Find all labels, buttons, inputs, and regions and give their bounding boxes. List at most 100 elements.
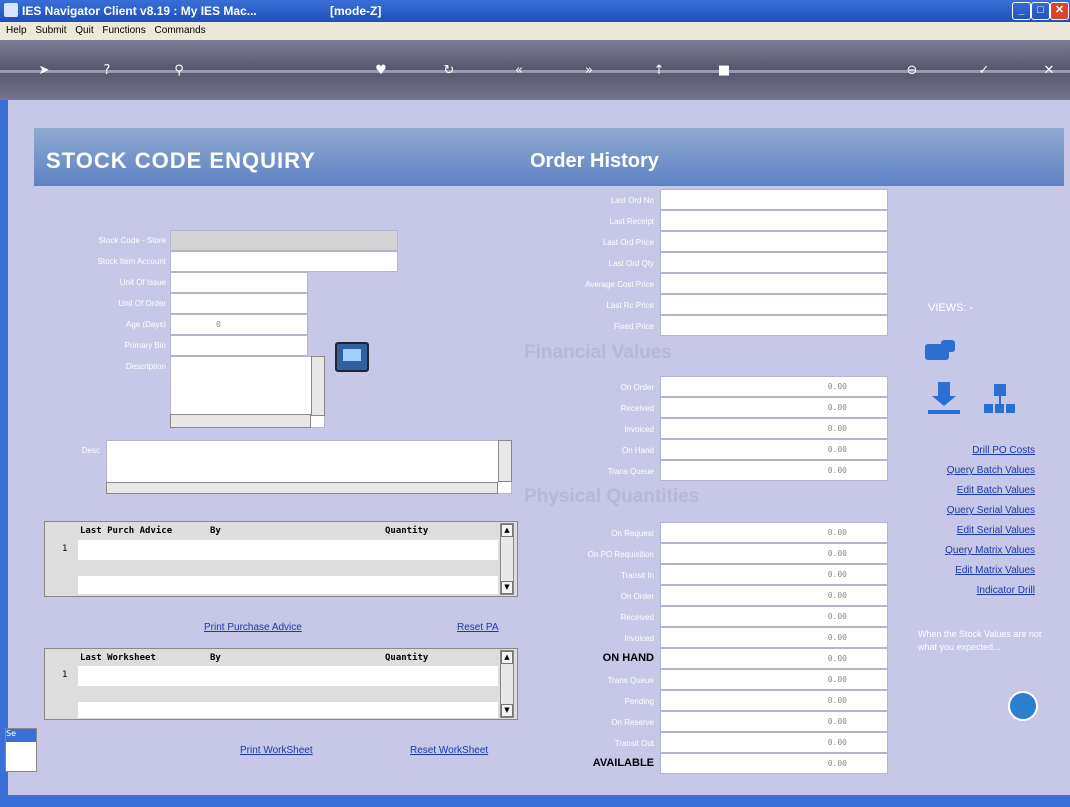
age-days-field[interactable]: 0 <box>170 314 308 335</box>
minimize-button[interactable]: _ <box>1012 2 1031 20</box>
menu-commands[interactable]: Commands <box>155 25 206 36</box>
scroll-up-icon[interactable]: ▲ <box>501 524 513 537</box>
up-icon[interactable]: ↑ <box>650 62 668 80</box>
unit-of-issue-field[interactable] <box>170 272 308 293</box>
close-window-button[interactable]: ✕ <box>1050 2 1069 20</box>
phys-trans-queue-field[interactable]: 0.00 <box>660 669 888 690</box>
left-strip <box>0 100 8 807</box>
last-ord-no-field[interactable] <box>660 189 888 210</box>
description-scrollbar[interactable] <box>311 356 325 416</box>
status-tab[interactable]: Se <box>5 728 37 772</box>
stock-item-account-label: Stock Item Account <box>97 257 166 266</box>
last-ord-qty-field[interactable] <box>660 252 888 273</box>
reset-pa-link[interactable]: Reset PA <box>457 622 499 633</box>
phys-invoiced-field[interactable]: 0.00 <box>660 627 888 648</box>
fin-received-field[interactable]: 0.00 <box>660 397 888 418</box>
table-row[interactable] <box>78 576 498 594</box>
row-number: 1 <box>62 670 68 680</box>
close-icon[interactable]: ✕ <box>1040 62 1058 80</box>
phys-trans-queue-label: Trans Queue <box>607 676 654 685</box>
scroll-up-icon[interactable]: ▲ <box>501 651 513 664</box>
scroll-down-icon[interactable]: ▼ <box>501 581 513 594</box>
last-receipt-field[interactable] <box>660 210 888 231</box>
primary-bin-field[interactable] <box>170 335 308 356</box>
primary-bin-label: Primary Bin <box>124 341 166 350</box>
info-icon[interactable] <box>1008 691 1038 721</box>
col-by: By <box>210 526 221 536</box>
print-purchase-advice-link[interactable]: Print Purchase Advice <box>204 622 302 633</box>
table-row[interactable] <box>78 666 498 686</box>
phys-received-field[interactable]: 0.00 <box>660 606 888 627</box>
fin-received-label: Received <box>620 404 654 413</box>
unit-of-order-field[interactable] <box>170 293 308 314</box>
unit-of-issue-label: Unit Of Issue <box>119 278 166 287</box>
ok-icon[interactable]: ✓ <box>975 62 993 80</box>
scroll-down-icon[interactable]: ▼ <box>501 704 513 717</box>
fin-on-order-field[interactable]: 0.00 <box>660 376 888 397</box>
indicator-drill-link[interactable]: Indicator Drill <box>977 585 1035 596</box>
window-title: IES Navigator Client v8.19 : My IES Mac.… <box>22 4 257 18</box>
query-serial-values-link[interactable]: Query Serial Values <box>947 505 1035 516</box>
worksheet-scrollbar[interactable]: ▲ ▼ <box>500 650 514 718</box>
cancel-icon[interactable]: ⊖ <box>903 62 921 80</box>
purch-advice-scrollbar[interactable]: ▲ ▼ <box>500 523 514 595</box>
phys-on-reserve-field[interactable]: 0.00 <box>660 711 888 732</box>
query-batch-values-link[interactable]: Query Batch Values <box>947 465 1035 476</box>
last-ord-price-label: Last Ord Price <box>602 238 654 247</box>
menu-help[interactable]: Help <box>6 25 27 36</box>
last-receipt-label: Last Receipt <box>609 217 654 226</box>
last-rc-price-field[interactable] <box>660 294 888 315</box>
forward-icon[interactable]: » <box>580 62 598 80</box>
phys-pending-field[interactable]: 0.00 <box>660 690 888 711</box>
heart-icon[interactable]: ♥ <box>372 62 390 80</box>
phys-on-request-field[interactable]: 0.00 <box>660 522 888 543</box>
edit-batch-values-link[interactable]: Edit Batch Values <box>957 485 1035 496</box>
menu-quit[interactable]: Quit <box>75 25 93 36</box>
search-icon[interactable]: ⚲ <box>170 62 188 80</box>
phys-on-hand-field[interactable]: 0.00 <box>660 648 888 669</box>
refresh-icon[interactable]: ↻ <box>440 62 458 80</box>
monitor-icon[interactable] <box>335 342 369 372</box>
stock-item-account-field[interactable] <box>170 251 398 272</box>
phys-on-order-field[interactable]: 0.00 <box>660 585 888 606</box>
reset-worksheet-link[interactable]: Reset WorkSheet <box>410 745 488 756</box>
fin-on-hand-field[interactable]: 0.00 <box>660 439 888 460</box>
menu-functions[interactable]: Functions <box>102 25 145 36</box>
col-quantity: Quantity <box>385 653 429 663</box>
table-row[interactable] <box>78 702 498 718</box>
phys-transit-out-field[interactable]: 0.00 <box>660 732 888 753</box>
average-cost-price-field[interactable] <box>660 273 888 294</box>
rewind-icon[interactable]: « <box>510 62 528 80</box>
description-hscrollbar[interactable] <box>170 414 311 428</box>
hierarchy-icon[interactable] <box>984 384 1016 416</box>
fixed-price-field[interactable] <box>660 315 888 336</box>
print-worksheet-link[interactable]: Print WorkSheet <box>240 745 313 756</box>
stock-code-field[interactable] <box>170 230 398 251</box>
last-rc-price-label: Last Rc Price <box>606 301 654 310</box>
chat-icon[interactable] <box>925 340 959 368</box>
table-row[interactable] <box>78 540 498 560</box>
download-icon[interactable] <box>928 382 960 418</box>
phys-on-hand-label: ON HAND <box>602 652 654 664</box>
last-ord-price-field[interactable] <box>660 231 888 252</box>
phys-received-label: Received <box>620 613 654 622</box>
phys-available-field[interactable]: 0.00 <box>660 753 888 774</box>
send-icon[interactable]: ➤ <box>35 62 53 80</box>
edit-matrix-values-link[interactable]: Edit Matrix Values <box>955 565 1035 576</box>
edit-serial-values-link[interactable]: Edit Serial Values <box>957 525 1035 536</box>
fin-trans-queue-field[interactable]: 0.00 <box>660 460 888 481</box>
help-icon[interactable]: ? <box>98 62 116 80</box>
stop-icon[interactable]: ■ <box>715 62 733 80</box>
query-matrix-values-link[interactable]: Query Matrix Values <box>945 545 1035 556</box>
desc-scrollbar[interactable] <box>498 440 512 482</box>
phys-transit-in-field[interactable]: 0.00 <box>660 564 888 585</box>
desc-label: Desc <box>81 446 100 455</box>
maximize-button[interactable]: □ <box>1031 2 1050 20</box>
menu-submit[interactable]: Submit <box>35 25 66 36</box>
phys-on-order-label: On Order <box>620 592 654 601</box>
desc-hscrollbar[interactable] <box>106 482 498 494</box>
financial-values-heading: Financial Values <box>524 342 672 363</box>
fin-invoiced-field[interactable]: 0.00 <box>660 418 888 439</box>
drill-po-costs-link[interactable]: Drill PO Costs <box>972 445 1035 456</box>
phys-on-po-requisition-field[interactable]: 0.00 <box>660 543 888 564</box>
